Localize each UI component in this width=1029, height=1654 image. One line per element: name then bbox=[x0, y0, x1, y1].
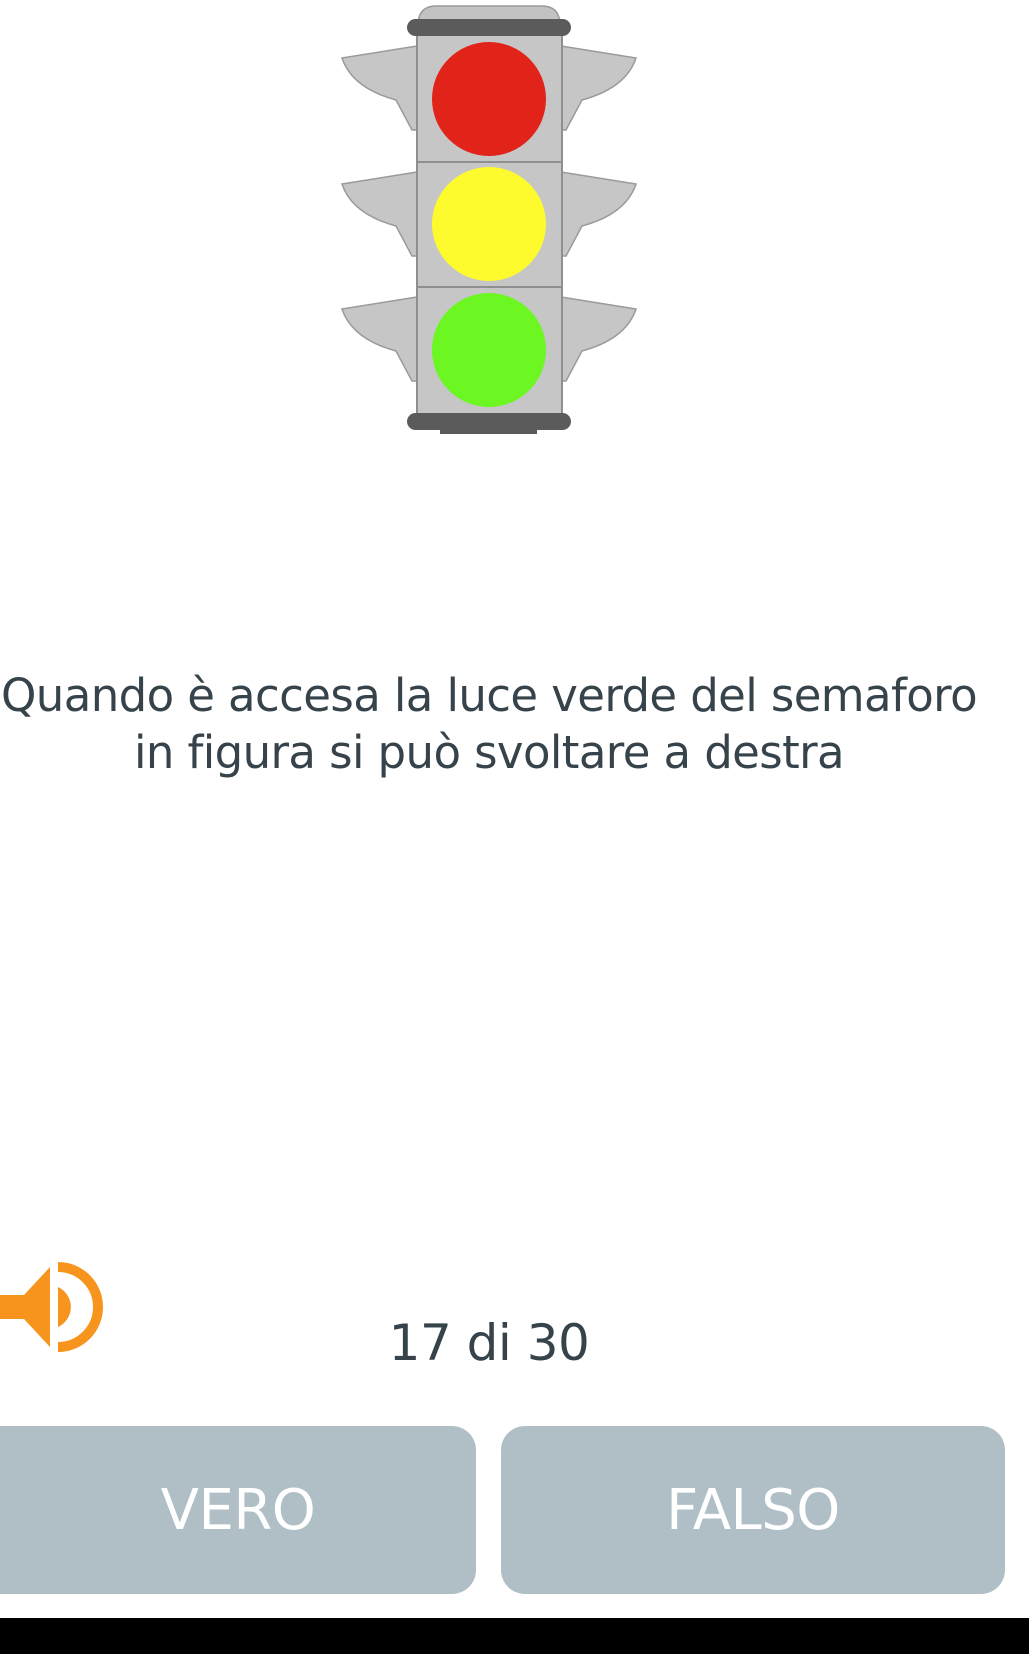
question-line-1: Quando è accesa la luce verde del semafo… bbox=[0, 669, 978, 722]
system-navigation-bar bbox=[0, 1618, 1029, 1654]
true-button-label: VERO bbox=[160, 1477, 316, 1543]
true-button[interactable]: VERO bbox=[0, 1426, 476, 1594]
question-line-2: in figura si può svoltare a destra bbox=[133, 726, 845, 779]
red-light bbox=[432, 42, 546, 156]
question-counter: 17 di 30 bbox=[388, 1314, 590, 1372]
green-light bbox=[432, 293, 546, 407]
false-button[interactable]: FALSO bbox=[501, 1426, 1005, 1594]
traffic-light-image bbox=[341, 5, 637, 434]
question-text: Quando è accesa la luce verde del semafo… bbox=[0, 667, 978, 781]
false-button-label: FALSO bbox=[666, 1477, 840, 1543]
yellow-light bbox=[432, 167, 546, 281]
